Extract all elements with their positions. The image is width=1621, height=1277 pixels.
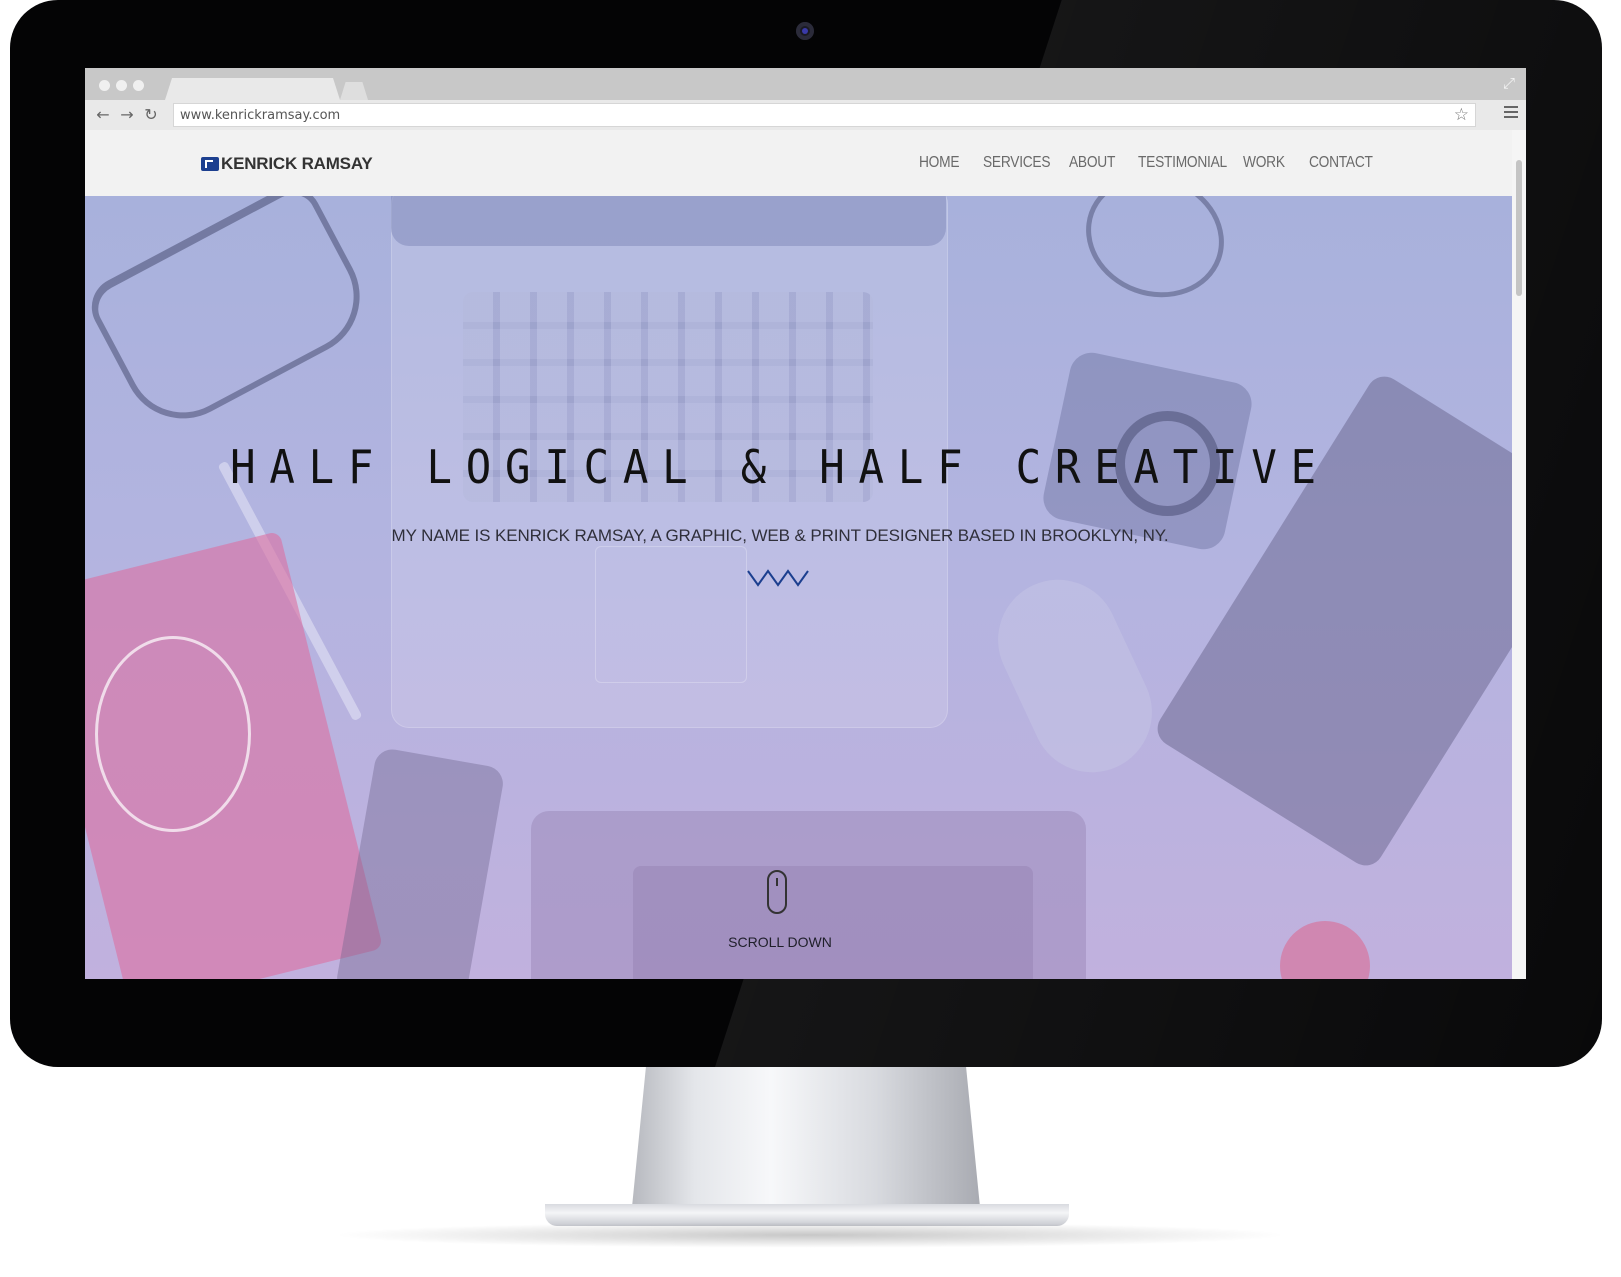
hero-title: HALF LOGICAL & HALF CREATIVE	[230, 440, 1330, 494]
expand-icon[interactable]: ⤢	[1500, 74, 1518, 92]
browser-window: ⤢ ← → ↻ www.kenrickramsay.com ☆ KENRICK …	[85, 68, 1526, 979]
site-logo[interactable]: KENRICK RAMSAY	[201, 154, 373, 174]
webcam-icon	[796, 22, 814, 40]
headphones-image	[1068, 196, 1242, 317]
glasses-image	[85, 196, 381, 440]
scroll-mouse-icon[interactable]	[767, 870, 787, 914]
nav-testimonial[interactable]: TESTIMONIAL	[1138, 154, 1227, 172]
monitor-stand	[632, 1067, 980, 1207]
browser-titlebar: ⤢	[85, 68, 1526, 100]
site-navbar: KENRICK RAMSAY HOME SERVICES ABOUT TESTI…	[85, 130, 1512, 196]
scroll-down-label[interactable]: SCROLL DOWN	[85, 934, 1475, 950]
back-arrow-icon[interactable]: ←	[93, 105, 113, 125]
page-scrollbar[interactable]	[1512, 130, 1526, 979]
logo-mark-icon	[201, 157, 219, 171]
logo-text: KENRICK RAMSAY	[221, 154, 373, 173]
url-text[interactable]: www.kenrickramsay.com	[180, 108, 340, 123]
hamburger-menu-icon[interactable]	[1504, 106, 1518, 118]
nav-about[interactable]: ABOUT	[1069, 154, 1115, 172]
window-minimize-button[interactable]	[116, 80, 127, 91]
nav-home[interactable]: HOME	[919, 154, 960, 172]
bookmark-star-icon[interactable]: ☆	[1454, 105, 1469, 125]
reload-icon[interactable]: ↻	[141, 105, 161, 125]
stand-shadow	[330, 1222, 1290, 1248]
zigzag-divider-icon	[747, 569, 809, 587]
nav-work[interactable]: WORK	[1243, 154, 1285, 172]
browser-tab[interactable]	[165, 78, 340, 100]
computer-mouse-image	[978, 560, 1172, 792]
cup-image	[1280, 921, 1370, 979]
drawing-tablet-surface	[633, 866, 1033, 979]
laptop-screen-image	[391, 196, 946, 246]
website-viewport: KENRICK RAMSAY HOME SERVICES ABOUT TESTI…	[85, 130, 1526, 979]
new-tab-button[interactable]	[340, 82, 368, 100]
earphones-image	[95, 636, 251, 832]
scrollbar-thumb[interactable]	[1516, 160, 1522, 296]
nav-contact[interactable]: CONTACT	[1309, 154, 1373, 172]
address-bar[interactable]: www.kenrickramsay.com ☆	[173, 103, 1476, 127]
trackpad-image	[595, 546, 747, 683]
browser-toolbar: ← → ↻ www.kenrickramsay.com ☆	[85, 100, 1526, 130]
window-close-button[interactable]	[99, 80, 110, 91]
hero-subtitle: MY NAME IS KENRICK RAMSAY, A GRAPHIC, WE…	[391, 526, 1169, 545]
window-maximize-button[interactable]	[133, 80, 144, 91]
hero-section: HALF LOGICAL & HALF CREATIVE MY NAME IS …	[85, 196, 1512, 979]
forward-arrow-icon[interactable]: →	[117, 105, 137, 125]
nav-services[interactable]: SERVICES	[983, 154, 1051, 172]
